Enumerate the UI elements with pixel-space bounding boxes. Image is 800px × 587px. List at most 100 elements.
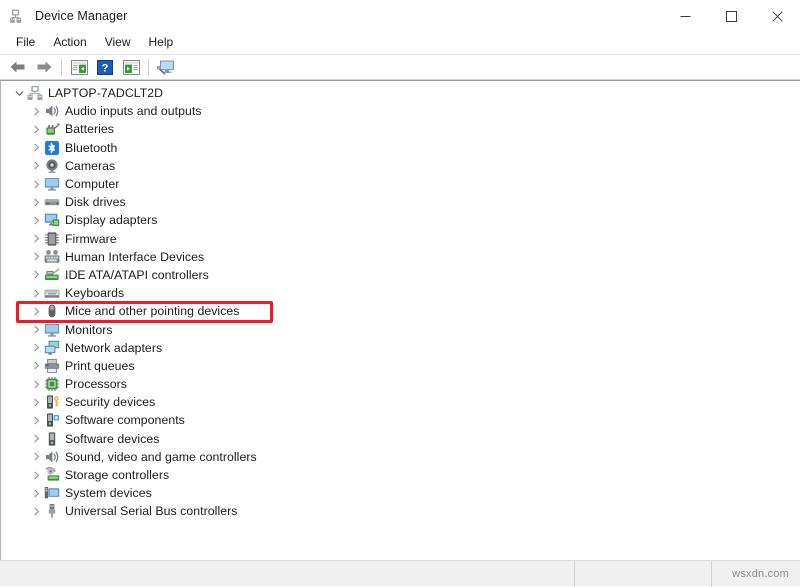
tree-item-label: Firmware [65, 231, 117, 246]
chevron-right-icon[interactable] [28, 284, 44, 302]
tree-item-label: System devices [65, 486, 152, 501]
disk-drive-icon [44, 194, 60, 210]
chevron-right-icon[interactable] [28, 357, 44, 375]
tree-item-label: Software devices [65, 431, 160, 446]
software-device-icon [44, 431, 60, 447]
chevron-right-icon[interactable] [28, 484, 44, 502]
menu-item-view[interactable]: View [96, 33, 140, 53]
toolbar: ? [0, 54, 800, 80]
chevron-right-icon[interactable] [28, 211, 44, 229]
tree-item-14[interactable]: Print queues [1, 357, 800, 375]
forward-button[interactable] [31, 55, 57, 79]
tree-item-8[interactable]: Human Interface Devices [1, 248, 800, 266]
toolbar-separator-1 [61, 58, 62, 76]
chevron-right-icon[interactable] [28, 502, 44, 520]
chevron-right-icon[interactable] [28, 139, 44, 157]
tree-item-13[interactable]: Network adapters [1, 339, 800, 357]
hid-icon [44, 249, 60, 265]
tree-item-21[interactable]: System devices [1, 484, 800, 502]
back-button[interactable] [5, 55, 31, 79]
chevron-right-icon[interactable] [28, 230, 44, 248]
chevron-right-icon[interactable] [28, 411, 44, 429]
tree-item-16[interactable]: Security devices [1, 393, 800, 411]
tree-item-1[interactable]: Batteries [1, 120, 800, 138]
tree-item-label: Security devices [65, 395, 156, 410]
tree-item-18[interactable]: Software devices [1, 430, 800, 448]
help-button[interactable]: ? [92, 55, 118, 79]
usb-icon [44, 503, 60, 519]
chevron-right-icon[interactable] [28, 102, 44, 120]
display-adapter-icon [44, 212, 60, 228]
tree-item-17[interactable]: Software components [1, 411, 800, 429]
storage-controller-icon [44, 467, 60, 483]
tree-item-4[interactable]: Computer [1, 175, 800, 193]
tree-item-6[interactable]: Display adapters [1, 211, 800, 229]
svg-text:?: ? [102, 62, 109, 74]
device-manager-window: Device Manager File Action View Help ? L… [0, 0, 800, 587]
tree-item-3[interactable]: Cameras [1, 157, 800, 175]
tree-item-7[interactable]: Firmware [1, 230, 800, 248]
status-pane-main [0, 560, 575, 587]
close-button[interactable] [754, 0, 800, 32]
tree-item-label: Print queues [65, 358, 135, 373]
tree-item-label: Bluetooth [65, 140, 118, 155]
chevron-right-icon[interactable] [28, 266, 44, 284]
tree-item-20[interactable]: Storage controllers [1, 466, 800, 484]
software-component-icon [44, 412, 60, 428]
minimize-button[interactable] [662, 0, 708, 32]
chevron-right-icon[interactable] [28, 120, 44, 138]
toolbar-separator-2 [148, 58, 149, 76]
tree-item-5[interactable]: Disk drives [1, 193, 800, 211]
scan-hardware-changes-button[interactable] [153, 55, 179, 79]
tree-item-19[interactable]: Sound, video and game controllers [1, 448, 800, 466]
chevron-right-icon[interactable] [28, 430, 44, 448]
processor-icon [44, 376, 60, 392]
tree-item-label: Software components [65, 413, 185, 428]
tree-item-2[interactable]: Bluetooth [1, 139, 800, 157]
show-hide-console-tree-button[interactable] [66, 55, 92, 79]
chevron-right-icon[interactable] [28, 193, 44, 211]
bluetooth-icon [44, 140, 60, 156]
menu-item-file[interactable]: File [7, 33, 44, 53]
chevron-right-icon[interactable] [28, 339, 44, 357]
system-device-icon [44, 485, 60, 501]
tree-item-11[interactable]: Mice and other pointing devices [1, 302, 800, 320]
chevron-right-icon[interactable] [28, 321, 44, 339]
chevron-right-icon[interactable] [28, 393, 44, 411]
chevron-down-icon[interactable] [11, 84, 27, 102]
tree-item-label: Processors [65, 377, 128, 392]
tree-item-label: Display adapters [65, 213, 158, 228]
chevron-right-icon[interactable] [28, 448, 44, 466]
properties-button[interactable] [118, 55, 144, 79]
menu-item-action[interactable]: Action [44, 33, 95, 53]
tree-item-12[interactable]: Monitors [1, 320, 800, 338]
chevron-right-icon[interactable] [28, 375, 44, 393]
tree-item-22[interactable]: Universal Serial Bus controllers [1, 502, 800, 520]
tree-item-15[interactable]: Processors [1, 375, 800, 393]
tree-item-10[interactable]: Keyboards [1, 284, 800, 302]
chevron-right-icon[interactable] [28, 302, 44, 320]
device-manager-icon [9, 8, 26, 25]
menu-item-help[interactable]: Help [140, 33, 183, 53]
tree-item-label: LAPTOP-7ADCLT2D [48, 86, 164, 101]
tree-item-0[interactable]: Audio inputs and outputs [1, 102, 800, 120]
tree-item-label: Network adapters [65, 340, 163, 355]
device-tree-panel[interactable]: LAPTOP-7ADCLT2D Audio inputs and outputs B… [0, 80, 800, 560]
chevron-right-icon[interactable] [28, 466, 44, 484]
tree-item-label: Disk drives [65, 195, 126, 210]
chevron-right-icon[interactable] [28, 157, 44, 175]
maximize-button[interactable] [708, 0, 754, 32]
chevron-right-icon[interactable] [28, 248, 44, 266]
tree-item-label: Monitors [65, 322, 113, 337]
chevron-right-icon[interactable] [28, 175, 44, 193]
tree-item-label: Mice and other pointing devices [65, 304, 240, 319]
tree-item-label: Universal Serial Bus controllers [65, 504, 238, 519]
tree-item-label: Audio inputs and outputs [65, 104, 202, 119]
firmware-chip-icon [44, 231, 60, 247]
monitor-icon [44, 176, 60, 192]
tree-root-node[interactable]: LAPTOP-7ADCLT2D [1, 84, 800, 102]
speaker-icon [44, 103, 60, 119]
ide-controller-icon [44, 267, 60, 283]
tree-item-9[interactable]: IDE ATA/ATAPI controllers [1, 266, 800, 284]
camera-icon [44, 158, 60, 174]
